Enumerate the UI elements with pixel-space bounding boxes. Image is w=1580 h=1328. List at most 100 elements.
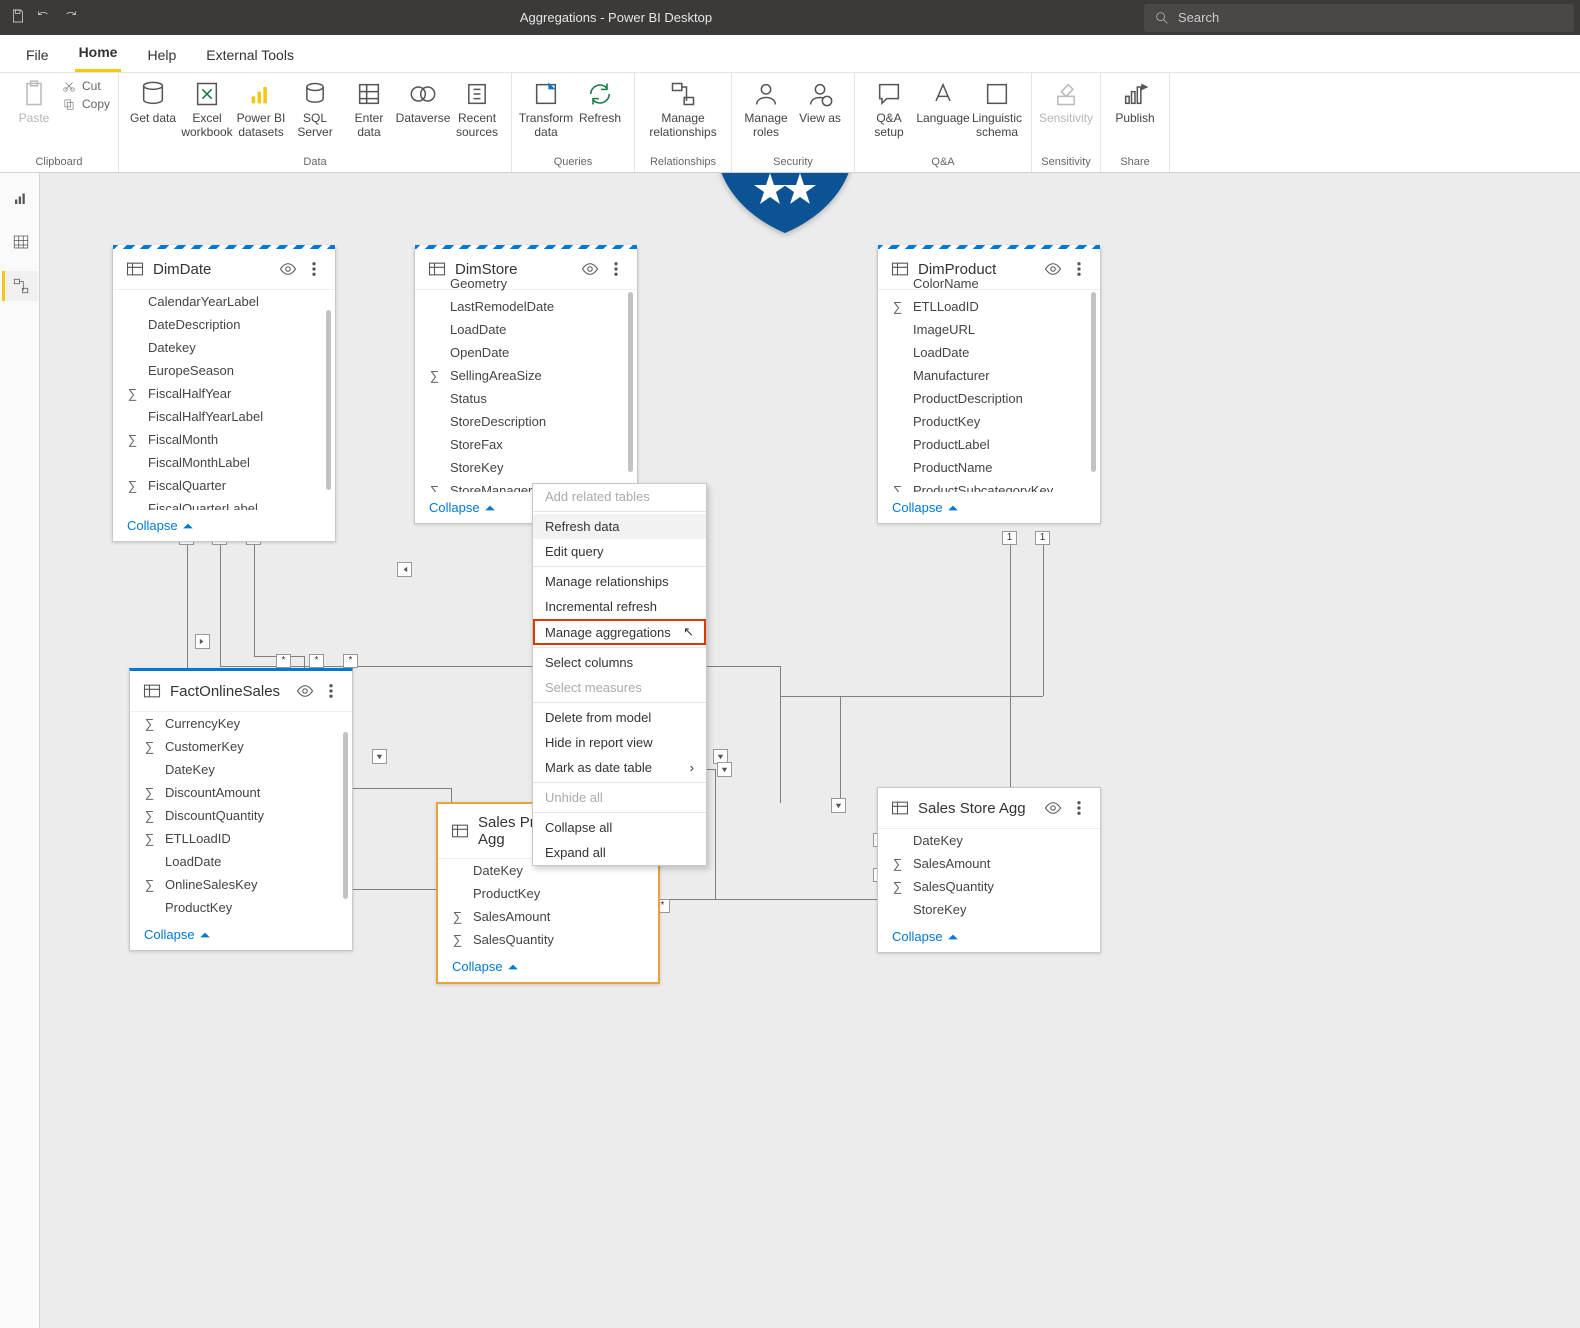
view-as-button[interactable]: View as — [794, 79, 846, 125]
field-row[interactable]: ∑FiscalMonth — [113, 428, 335, 451]
field-row[interactable]: LoadDate — [415, 318, 637, 341]
field-row[interactable]: ∑DiscountQuantity — [130, 804, 352, 827]
sensitivity-button[interactable]: Sensitivity — [1040, 79, 1092, 125]
menu-add-related-tables[interactable]: Add related tables — [533, 484, 706, 509]
menu-mark-as-date-table[interactable]: Mark as date table› — [533, 755, 706, 780]
field-row[interactable]: StoreDescription — [415, 410, 637, 433]
data-view-button[interactable] — [2, 227, 38, 257]
menu-unhide-all[interactable]: Unhide all — [533, 785, 706, 810]
field-row[interactable]: LastRemodelDate — [415, 295, 637, 318]
field-row[interactable]: ProductKey — [878, 410, 1100, 433]
search-box[interactable]: Search — [1144, 4, 1574, 32]
visibility-icon[interactable] — [279, 260, 297, 278]
menu-expand-all[interactable]: Expand all — [533, 840, 706, 865]
field-row[interactable]: ∑SalesQuantity — [878, 875, 1100, 898]
cut-button[interactable]: Cut — [62, 79, 110, 93]
field-row[interactable]: DateDescription — [113, 313, 335, 336]
collapse-link[interactable]: Collapse — [878, 492, 1100, 523]
menu-incremental-refresh[interactable]: Incremental refresh — [533, 594, 706, 619]
menu-select-columns[interactable]: Select columns — [533, 650, 706, 675]
field-row[interactable]: DateKey — [130, 758, 352, 781]
refresh-button[interactable]: Refresh — [574, 79, 626, 125]
field-row[interactable]: StoreKey — [415, 456, 637, 479]
pbi-datasets-button[interactable]: Power BI datasets — [235, 79, 287, 139]
model-view-button[interactable] — [2, 271, 38, 301]
save-icon[interactable] — [10, 8, 26, 27]
collapse-link[interactable]: Collapse — [878, 921, 1100, 952]
field-row[interactable]: ProductKey — [130, 896, 352, 919]
field-row[interactable]: ProductKey — [438, 882, 658, 905]
field-row[interactable]: ∑FiscalHalfYear — [113, 382, 335, 405]
get-data-button[interactable]: Get data — [127, 79, 179, 125]
field-row[interactable]: LoadDate — [878, 341, 1100, 364]
more-icon[interactable] — [1070, 799, 1088, 817]
field-row[interactable]: ImageURL — [878, 318, 1100, 341]
excel-workbook-button[interactable]: Excel workbook — [181, 79, 233, 139]
field-row[interactable]: ∑SalesAmount — [438, 905, 658, 928]
field-row[interactable]: ∑CustomerKey — [130, 735, 352, 758]
manage-relationships-button[interactable]: Manage relationships — [643, 79, 723, 139]
menu-delete-from-model[interactable]: Delete from model — [533, 705, 706, 730]
field-row[interactable]: ProductName — [878, 456, 1100, 479]
menu-manage-aggregations[interactable]: Manage aggregations↖ — [533, 619, 706, 645]
field-row[interactable]: CalendarYearLabel — [113, 290, 335, 313]
transform-data-button[interactable]: Transform data — [520, 79, 572, 139]
collapse-link[interactable]: Collapse — [438, 951, 658, 982]
copy-button[interactable]: Copy — [62, 97, 110, 111]
field-row[interactable]: ∑ETLLoadID — [878, 295, 1100, 318]
menu-hide-in-report-view[interactable]: Hide in report view — [533, 730, 706, 755]
tab-help[interactable]: Help — [143, 47, 180, 72]
field-row[interactable]: FiscalHalfYearLabel — [113, 405, 335, 428]
field-row[interactable]: EuropeSeason — [113, 359, 335, 382]
more-icon[interactable] — [322, 682, 340, 700]
menu-collapse-all[interactable]: Collapse all — [533, 815, 706, 840]
table-card-factonlinesales[interactable]: FactOnlineSales ∑CurrencyKey∑CustomerKey… — [129, 668, 353, 951]
table-card-dimproduct[interactable]: DimProduct ColorName∑ETLLoadIDImageURLLo… — [877, 245, 1101, 524]
field-row[interactable]: ProductDescription — [878, 387, 1100, 410]
field-row[interactable]: ∑ProductSubcategoryKey — [878, 479, 1100, 492]
paste-button[interactable]: Paste — [8, 79, 60, 125]
dataverse-button[interactable]: Dataverse — [397, 79, 449, 125]
redo-icon[interactable] — [62, 8, 78, 27]
model-canvas[interactable]: 1 1 1 * * * * 1 1 * * DimDate CalendarYe… — [40, 173, 1580, 1328]
undo-icon[interactable] — [36, 8, 52, 27]
menu-manage-relationships[interactable]: Manage relationships — [533, 569, 706, 594]
collapse-link[interactable]: Collapse — [113, 510, 335, 541]
field-row[interactable]: Manufacturer — [878, 364, 1100, 387]
enter-data-button[interactable]: Enter data — [343, 79, 395, 139]
table-card-sales-store-agg[interactable]: Sales Store Agg DateKey∑SalesAmount∑Sale… — [877, 787, 1101, 953]
collapse-link[interactable]: Collapse — [130, 919, 352, 950]
recent-sources-button[interactable]: Recent sources — [451, 79, 503, 139]
language-button[interactable]: Language — [917, 79, 969, 125]
qa-setup-button[interactable]: Q&A setup — [863, 79, 915, 139]
menu-select-measures[interactable]: Select measures — [533, 675, 706, 700]
visibility-icon[interactable] — [1044, 799, 1062, 817]
field-row[interactable]: ∑DiscountAmount — [130, 781, 352, 804]
tab-home[interactable]: Home — [75, 44, 122, 72]
more-icon[interactable] — [305, 260, 323, 278]
field-row[interactable]: ∑SalesAmount — [878, 852, 1100, 875]
linguistic-schema-button[interactable]: Linguistic schema — [971, 79, 1023, 139]
table-card-dimdate[interactable]: DimDate CalendarYearLabelDateDescription… — [112, 245, 336, 542]
field-row[interactable]: ∑OnlineSalesKey — [130, 873, 352, 896]
field-row[interactable]: ∑ETLLoadID — [130, 827, 352, 850]
field-row[interactable]: ∑FiscalQuarter — [113, 474, 335, 497]
tab-file[interactable]: File — [22, 47, 53, 72]
field-row[interactable]: FiscalMonthLabel — [113, 451, 335, 474]
menu-refresh-data[interactable]: Refresh data — [533, 514, 706, 539]
field-row[interactable]: ProductLabel — [878, 433, 1100, 456]
field-row[interactable]: ColorName — [878, 272, 1100, 295]
field-row[interactable]: StoreKey — [878, 898, 1100, 921]
field-row[interactable]: Geometry — [415, 272, 637, 295]
field-row[interactable]: DateKey — [878, 829, 1100, 852]
menu-edit-query[interactable]: Edit query — [533, 539, 706, 564]
manage-roles-button[interactable]: Manage roles — [740, 79, 792, 139]
field-row[interactable]: FiscalQuarterLabel — [113, 497, 335, 510]
report-view-button[interactable] — [2, 183, 38, 213]
field-row[interactable]: ∑SellingAreaSize — [415, 364, 637, 387]
field-row[interactable]: LoadDate — [130, 850, 352, 873]
sql-server-button[interactable]: SQL Server — [289, 79, 341, 139]
visibility-icon[interactable] — [296, 682, 314, 700]
field-row[interactable]: StoreFax — [415, 433, 637, 456]
publish-button[interactable]: Publish — [1109, 79, 1161, 125]
